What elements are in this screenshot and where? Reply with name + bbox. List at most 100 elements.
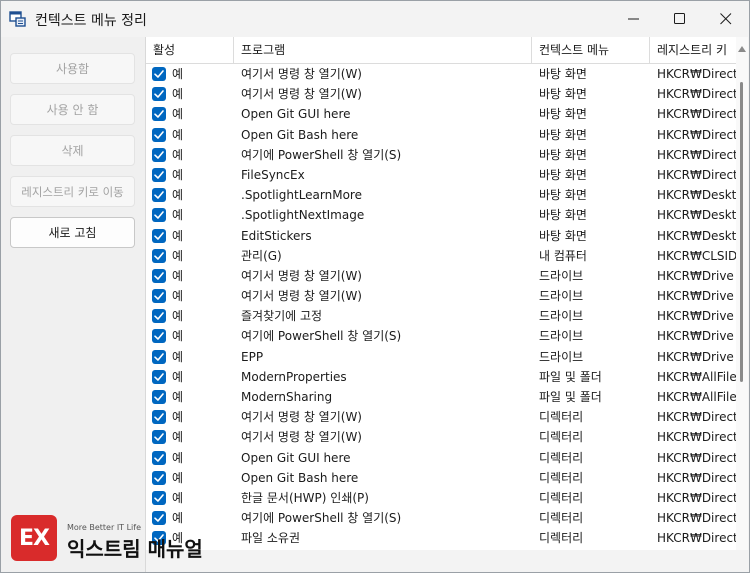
column-header-registry-key[interactable]: 레지스트리 키: [650, 37, 736, 63]
program-cell: 여기서 명령 창 열기(W): [241, 289, 362, 304]
program-cell: EditStickers: [241, 228, 312, 243]
enabled-checkbox[interactable]: [152, 248, 166, 263]
enabled-checkbox[interactable]: [152, 167, 166, 182]
enabled-checkbox[interactable]: [152, 450, 166, 465]
active-cell: 예: [172, 248, 184, 263]
vertical-scrollbar[interactable]: [736, 37, 748, 550]
column-header-active[interactable]: 활성: [146, 37, 234, 63]
active-cell: 예: [172, 167, 184, 182]
table-row[interactable]: 예 여기서 명령 창 열기(W) 드라이브 HKCR₩Drive: [146, 266, 736, 286]
context-menu-cell: 바탕 화면: [539, 67, 587, 81]
table-row[interactable]: 예파일 소유권디렉터리HKCR₩Directory: [146, 528, 736, 548]
watermark-logo: EX: [11, 515, 57, 561]
table-row[interactable]: 예 여기서 명령 창 열기(W) 바탕 화면 HKCR₩Directory: [146, 64, 736, 84]
watermark-name: 익스트림 매뉴얼: [67, 537, 203, 561]
maximize-button[interactable]: [657, 1, 703, 37]
registry-key-cell: HKCR₩AllFile: [657, 390, 736, 404]
table-row[interactable]: 예 Open Git Bash here 디렉터리 HKCR₩Directory: [146, 468, 736, 488]
title-bar[interactable]: 컨텍스트 메뉴 정리: [1, 1, 749, 37]
active-cell: 예: [172, 87, 184, 102]
table-row[interactable]: 예 .SpotlightLearnMore 바탕 화면 HKCR₩Desktop: [146, 185, 736, 205]
enabled-checkbox[interactable]: [152, 410, 166, 425]
enabled-checkbox[interactable]: [152, 470, 166, 485]
program-cell: Open Git GUI here: [241, 450, 351, 465]
enabled-checkbox[interactable]: [152, 390, 166, 404]
table-row[interactable]: 예 여기서 명령 창 열기(W) 드라이브 HKCR₩Drive: [146, 286, 736, 306]
table-row[interactable]: 예여기에 PowerShell 창 열기(S)디렉터리HKCR₩Director…: [146, 508, 736, 528]
active-cell: 예: [172, 470, 184, 485]
table-row[interactable]: 예 Open Git GUI here 디렉터리 HKCR₩Directory: [146, 448, 736, 468]
registry-key-cell: HKCR₩Directory: [657, 450, 736, 465]
context-menu-cell: 바탕 화면: [539, 107, 587, 122]
watermark-subtitle: More Better IT Life: [67, 523, 142, 532]
minimize-button[interactable]: [611, 1, 657, 37]
registry-key-cell: HKCR₩Drive: [657, 289, 734, 304]
table-row[interactable]: 예 FileSyncEx 바탕 화면 HKCR₩Directory: [146, 165, 736, 185]
close-icon: [720, 13, 732, 25]
table-row[interactable]: 예 Open Git Bash here 바탕 화면 HKCR₩Directory: [146, 125, 736, 145]
horizontal-scrollbar[interactable]: [146, 550, 736, 572]
enabled-checkbox[interactable]: [152, 369, 166, 384]
enabled-checkbox[interactable]: [152, 228, 166, 243]
enabled-checkbox[interactable]: [152, 188, 166, 203]
enabled-checkbox[interactable]: [152, 208, 166, 223]
table-row[interactable]: 예 여기에 PowerShell 창 열기(S) 바탕 화면 HKCR₩Directo…: [146, 145, 736, 165]
table-row[interactable]: 예 여기서 명령 창 열기(W) 바탕 화면 HKCR₩Directory: [146, 84, 736, 104]
program-cell: 관리(G): [241, 248, 282, 263]
enabled-checkbox[interactable]: [152, 289, 166, 304]
column-header-context-menu[interactable]: 컨텍스트 메뉴: [532, 37, 650, 63]
context-menu-cell: 바탕 화면: [539, 228, 587, 243]
enabled-checkbox[interactable]: [152, 268, 166, 283]
enabled-checkbox[interactable]: [152, 147, 166, 162]
table-row[interactable]: 예 한글 문서(HWP) 인쇄(P) 디렉터리 HKCR₩Directory: [146, 488, 736, 508]
registry-key-cell: HKCR₩Drive: [657, 349, 734, 364]
scroll-up-icon[interactable]: [738, 41, 746, 55]
registry-key-cell: HKCR₩Directory: [657, 67, 736, 81]
context-menu-cell: 바탕 화면: [539, 188, 587, 203]
table-row[interactable]: 예 ModernSharing 파일 및 폴더 HKCR₩AllFile: [146, 387, 736, 407]
table-row[interactable]: 예 즐겨찾기에 고정 드라이브 HKCR₩Drive: [146, 306, 736, 326]
enabled-checkbox[interactable]: [152, 87, 166, 102]
registry-key-cell: HKCR₩AllFile: [657, 369, 736, 384]
enable-button[interactable]: 사용함: [10, 53, 135, 84]
enabled-checkbox[interactable]: [152, 430, 166, 445]
program-cell: EPP: [241, 349, 264, 364]
table-row[interactable]: 예 Open Git GUI here 바탕 화면 HKCR₩Directory: [146, 104, 736, 124]
enabled-checkbox[interactable]: [152, 127, 166, 142]
active-cell: 예: [172, 349, 184, 364]
context-menu-cell: 바탕 화면: [539, 127, 587, 142]
close-button[interactable]: [703, 1, 749, 37]
column-header-program[interactable]: 프로그램: [234, 37, 532, 63]
enabled-checkbox[interactable]: [152, 309, 166, 324]
table-row[interactable]: 예 관리(G) 내 컴퓨터 HKCR₩CLSID: [146, 246, 736, 266]
program-cell: 여기에 PowerShell 창 열기(S): [241, 511, 402, 526]
enabled-checkbox[interactable]: [152, 67, 166, 81]
table-row[interactable]: 예 ModernProperties 파일 및 폴더 HKCR₩AllFile: [146, 367, 736, 387]
registry-key-cell: HKCR₩CLSID: [657, 248, 736, 263]
disable-button[interactable]: 사용 안 함: [10, 94, 135, 125]
context-menu-app-icon: [9, 10, 27, 28]
scrollbar-thumb[interactable]: [740, 82, 743, 382]
context-menu-cell: 디렉터리: [539, 450, 584, 465]
active-cell: 예: [172, 147, 184, 162]
program-cell: 파일 소유권: [241, 531, 301, 546]
delete-button[interactable]: 삭제: [10, 135, 135, 166]
active-cell: 예: [172, 289, 184, 304]
enabled-checkbox[interactable]: [152, 107, 166, 122]
table-row[interactable]: 예 여기서 명령 창 열기(W) 디렉터리 HKCR₩Directory: [146, 427, 736, 447]
registry-key-cell: HKCR₩Directory: [657, 127, 736, 142]
enabled-checkbox[interactable]: [152, 349, 166, 364]
go-to-registry-key-button[interactable]: 레지스트리 키로 이동: [10, 176, 135, 207]
program-cell: .SpotlightLearnMore: [241, 188, 362, 203]
refresh-button[interactable]: 새로 고침: [10, 217, 135, 248]
context-menu-cell: 드라이브: [539, 268, 584, 283]
program-cell: Open Git Bash here: [241, 470, 359, 485]
enabled-checkbox[interactable]: [152, 490, 166, 505]
table-row[interactable]: 예 EPP 드라이브 HKCR₩Drive: [146, 347, 736, 367]
table-row[interactable]: 예 여기서 명령 창 열기(W) 디렉터리 HKCR₩Directory: [146, 407, 736, 427]
enabled-checkbox[interactable]: [152, 329, 166, 344]
table-row[interactable]: 예 여기에 PowerShell 창 열기(S) 드라이브 HKCR₩Drive: [146, 326, 736, 346]
context-menu-cell: 디렉터리: [539, 470, 584, 485]
table-row[interactable]: 예 .SpotlightNextImage 바탕 화면 HKCR₩Desktop: [146, 205, 736, 225]
table-row[interactable]: 예 EditStickers 바탕 화면 HKCR₩Desktop: [146, 226, 736, 246]
